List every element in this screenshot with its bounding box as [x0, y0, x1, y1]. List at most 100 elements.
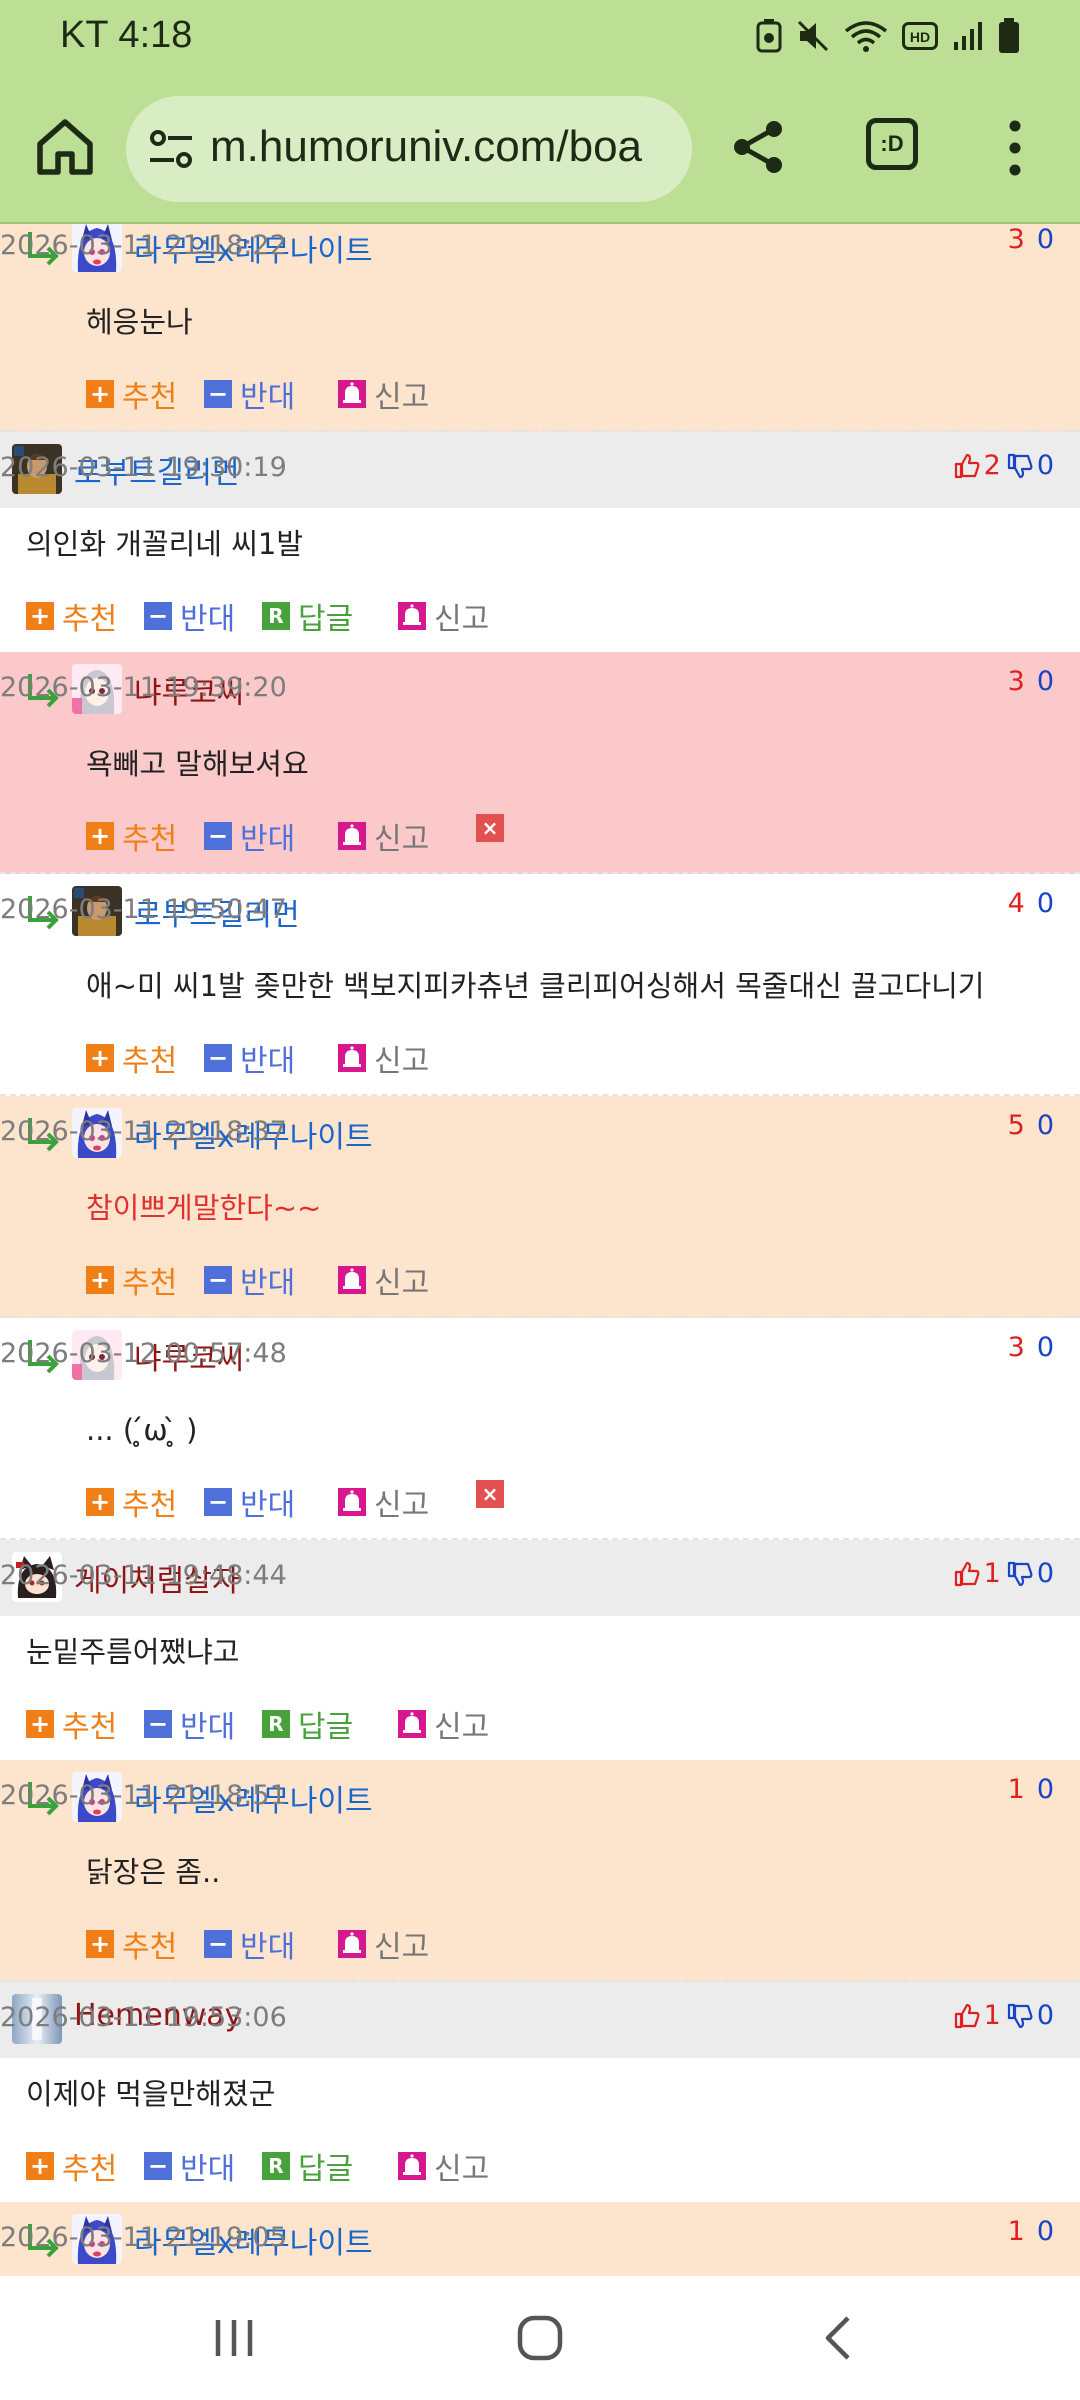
thumb-up-icon	[954, 453, 980, 478]
report-button-label: 신고	[374, 1044, 430, 1079]
minus-icon: −	[204, 1044, 232, 1072]
status-time: KT 4:18	[60, 14, 193, 56]
upvote-count: 1	[1007, 1774, 1025, 1805]
reply-button[interactable]: R 답글	[262, 594, 353, 638]
recommend-button[interactable]: + 추천	[86, 814, 177, 858]
recommend-button[interactable]: + 추천	[86, 1480, 177, 1524]
comment-header: 로부트길리먼 2026-03-11 19:30:19 2 0	[0, 432, 1080, 508]
home-nav-icon[interactable]	[508, 2306, 572, 2370]
comment-text: 애~미 씨1발 좆만한 백보지피카츄년 클리피어싱해서 목줄대신 끌고다니기	[86, 969, 985, 1003]
close-icon: ×	[476, 1480, 504, 1508]
downvote-count: 0	[1036, 450, 1054, 481]
home-icon[interactable]	[34, 116, 96, 178]
back-icon[interactable]	[808, 2306, 872, 2370]
recommend-button[interactable]: + 추천	[86, 1036, 177, 1080]
upvote-count: 5	[1007, 1110, 1025, 1141]
reply-button[interactable]: R 답글	[262, 2144, 353, 2188]
minus-icon: −	[144, 602, 172, 630]
delete-button[interactable]: ×	[476, 814, 512, 842]
comment-date: 2026-03-11 21:19:05	[0, 2222, 287, 2253]
alarm-icon	[398, 1710, 426, 1738]
alarm-icon	[338, 822, 366, 850]
oppose-button[interactable]: − 반대	[204, 1480, 295, 1524]
alarm-icon	[338, 1044, 366, 1072]
comment: 게이처럼살자 2026-03-11 19:48:44 1 0 눈밑주름어쨌냐고 + 추천 − 반…	[0, 1540, 1080, 1760]
comment-actions: + 추천 − 반대 신고	[0, 1244, 1080, 1316]
oppose-button[interactable]: − 반대	[204, 1922, 295, 1966]
minus-icon: −	[144, 1710, 172, 1738]
plus-icon: +	[86, 1488, 114, 1516]
comment-header: 로부트길리먼 2026-03-11 19:50:47 4 0	[0, 874, 1080, 950]
oppose-button[interactable]: − 반대	[204, 1258, 295, 1302]
comment-header: 라무엘x레무나이트 2026-03-11 21:18:22 3 0	[0, 224, 1080, 286]
alarm-icon	[338, 1266, 366, 1294]
oppose-button[interactable]: − 반대	[144, 1702, 235, 1746]
report-button[interactable]: 신고	[338, 1036, 429, 1080]
recommend-button[interactable]: + 추천	[86, 372, 177, 416]
vote-count: 20	[954, 450, 1054, 481]
report-button[interactable]: 신고	[338, 1922, 429, 1966]
mute-icon	[797, 20, 829, 52]
plus-icon: +	[86, 822, 114, 850]
minus-icon: −	[144, 2152, 172, 2180]
comment-header: 게이처럼살자 2026-03-11 19:48:44 1 0	[0, 1540, 1080, 1616]
alarm-icon	[338, 1930, 366, 1958]
comment-date: 2026-03-11 21:18:51	[0, 1780, 287, 1811]
upvote-count: 1	[983, 1558, 1001, 1589]
oppose-button[interactable]: − 반대	[204, 1036, 295, 1080]
report-button-label: 신고	[374, 1266, 430, 1301]
comment-list: 라무엘x레무나이트 2026-03-11 21:18:22 3 0 헤응눈나 + 추천 − 반대…	[0, 224, 1080, 2276]
vote-count: 10	[954, 2000, 1054, 2031]
battery-saver-icon	[756, 19, 782, 53]
delete-button[interactable]: ×	[476, 1480, 512, 1508]
oppose-button[interactable]: − 반대	[144, 594, 235, 638]
oppose-button-label: 반대	[240, 1266, 296, 1301]
browser-toolbar: m.humoruniv.com/boa :D	[0, 74, 1080, 224]
recommend-button[interactable]: + 추천	[86, 1922, 177, 1966]
comment-header: 라무엘x레무나이트 2026-03-11 21:19:05 1 0	[0, 2202, 1080, 2276]
thumb-down-icon	[1007, 2003, 1033, 2028]
recommend-button-label: 추천	[62, 2152, 118, 2187]
upvote-count: 1	[983, 2000, 1001, 2031]
tabs-icon[interactable]: :D	[866, 118, 918, 170]
vote-count: 30	[1008, 224, 1054, 255]
system-nav-bar	[0, 2276, 1080, 2400]
recommend-button[interactable]: + 추천	[26, 2144, 117, 2188]
reply-button[interactable]: R 답글	[262, 1702, 353, 1746]
plus-icon: +	[26, 1710, 54, 1738]
comment-text: 이제야 먹을만해졌군	[26, 2077, 276, 2111]
share-icon[interactable]	[730, 118, 788, 176]
comment-header: 라무엘x레무나이트 2026-03-11 21:18:51 1 0	[0, 1760, 1080, 1836]
oppose-button[interactable]: − 반대	[204, 814, 295, 858]
thumb-up-icon	[954, 1561, 980, 1586]
upvote-count: 1	[1007, 2216, 1025, 2247]
report-button[interactable]: 신고	[338, 372, 429, 416]
oppose-button[interactable]: − 반대	[204, 372, 295, 416]
reply-button-label: 답글	[298, 2152, 354, 2187]
recents-icon[interactable]	[202, 2306, 266, 2370]
oppose-button[interactable]: − 반대	[144, 2144, 235, 2188]
report-button[interactable]: 신고	[338, 1480, 429, 1524]
tune-icon[interactable]	[148, 126, 194, 172]
alarm-icon	[338, 1488, 366, 1516]
address-bar[interactable]: m.humoruniv.com/boa	[126, 96, 692, 202]
report-button-label: 신고	[374, 380, 430, 415]
recommend-button[interactable]: + 추천	[86, 1258, 177, 1302]
reply-button-label: 답글	[298, 602, 354, 637]
comment-actions: + 추천 − 반대 신고 ×	[0, 800, 1080, 872]
comment-text: 참이쁘게말한다~~	[86, 1191, 322, 1225]
more-vert-icon[interactable]	[1000, 118, 1030, 178]
recommend-button[interactable]: + 추천	[26, 594, 117, 638]
report-button[interactable]: 신고	[398, 594, 489, 638]
report-button[interactable]: 신고	[338, 814, 429, 858]
report-button[interactable]: 신고	[398, 2144, 489, 2188]
report-button[interactable]: 신고	[338, 1258, 429, 1302]
vote-count: 10	[1008, 2216, 1054, 2247]
signal-icon	[954, 22, 982, 50]
report-button[interactable]: 신고	[398, 1702, 489, 1746]
recommend-button[interactable]: + 추천	[26, 1702, 117, 1746]
comment-date: 2026-03-11 21:18:22	[0, 230, 287, 261]
oppose-button-label: 반대	[180, 602, 236, 637]
minus-icon: −	[204, 1266, 232, 1294]
report-button-label: 신고	[434, 602, 490, 637]
